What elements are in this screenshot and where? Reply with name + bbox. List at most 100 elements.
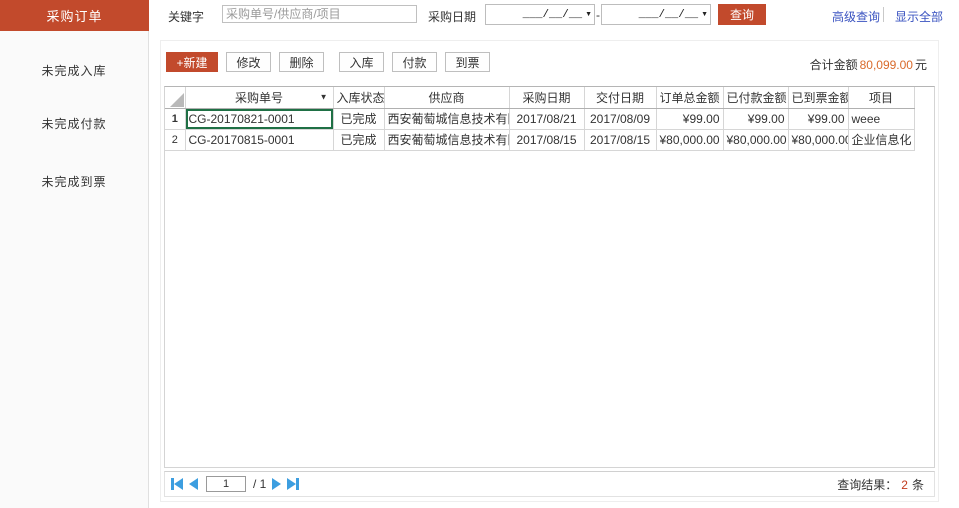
column-header-label: 项目 bbox=[868, 90, 893, 105]
column-header-invoiced-amount[interactable]: 已到票金额 bbox=[788, 87, 849, 109]
cell-stock-status[interactable]: 已完成 bbox=[333, 108, 385, 130]
column-header-supplier[interactable]: 供应商 bbox=[384, 87, 510, 109]
sidebar-item-unfinished-stockin[interactable]: 未完成入库 bbox=[0, 60, 148, 80]
date-to-input[interactable]: ___/__/__ ▼ bbox=[601, 4, 711, 25]
cell-delivery-date[interactable]: 2017/08/15 bbox=[584, 129, 657, 151]
date-range-separator: - bbox=[596, 8, 600, 22]
link-divider bbox=[883, 7, 884, 22]
table-row[interactable]: 1 CG-20170821-0001 已完成 西安葡萄城信息技术有限公司 201… bbox=[165, 108, 915, 130]
next-page-button[interactable] bbox=[272, 478, 282, 490]
cell-order-total[interactable]: ¥99.00 bbox=[656, 108, 724, 130]
total-amount-unit: 元 bbox=[914, 58, 927, 72]
invoice-button[interactable]: 到票 bbox=[445, 52, 490, 72]
sidebar-item-unfinished-invoice[interactable]: 未完成到票 bbox=[0, 171, 148, 191]
column-header-label: 供应商 bbox=[428, 90, 465, 105]
column-header-label: 已付款金额 bbox=[726, 90, 787, 105]
cell-paid-amount[interactable]: ¥99.00 bbox=[723, 108, 789, 130]
chevron-down-icon: ▼ bbox=[585, 11, 592, 18]
column-header-paid-amount[interactable]: 已付款金额 bbox=[723, 87, 789, 109]
edit-button[interactable]: 修改 bbox=[226, 52, 271, 72]
payment-button[interactable]: 付款 bbox=[392, 52, 437, 72]
table-row[interactable]: 2 CG-20170815-0001 已完成 西安葡萄城信息技术有限公司 201… bbox=[165, 129, 915, 151]
cell-supplier[interactable]: 西安葡萄城信息技术有限公司 bbox=[384, 129, 510, 151]
payment-button-label: 付款 bbox=[402, 55, 427, 70]
grid-header-row: 采购单号 ▼ 入库状态 供应商 采购日期 交付日期 订单总金额 已付款金额 已到… bbox=[165, 87, 915, 109]
delete-button-label: 删除 bbox=[289, 55, 314, 70]
last-page-arrow-icon bbox=[287, 478, 297, 490]
column-header-project[interactable]: 项目 bbox=[848, 87, 915, 109]
grid-select-all-corner[interactable] bbox=[165, 87, 186, 109]
sidebar-item-label: 未完成付款 bbox=[41, 116, 107, 131]
cell-project[interactable]: weee bbox=[848, 108, 915, 130]
query-button[interactable]: 查询 bbox=[718, 4, 766, 25]
row-number[interactable]: 1 bbox=[165, 108, 186, 130]
stock-in-button[interactable]: 入库 bbox=[339, 52, 384, 72]
invoice-button-label: 到票 bbox=[455, 55, 480, 70]
sort-descending-icon: ▼ bbox=[319, 92, 328, 102]
show-all-link[interactable]: 显示全部 bbox=[895, 8, 943, 25]
search-area: 关键字 采购日期 ___/__/__ ▼ - ___/__/__ ▼ 查询 高级… bbox=[160, 0, 959, 31]
last-page-button[interactable] bbox=[287, 478, 300, 490]
search-input[interactable] bbox=[222, 5, 417, 23]
cell-delivery-date[interactable]: 2017/08/09 bbox=[584, 108, 657, 130]
new-button-label: +新建 bbox=[176, 55, 208, 70]
top-bar: 采购订单 关键字 采购日期 ___/__/__ ▼ - ___/__/__ ▼ … bbox=[0, 0, 959, 31]
cell-stock-status[interactable]: 已完成 bbox=[333, 129, 385, 151]
column-header-label: 采购日期 bbox=[522, 90, 571, 105]
corner-triangle-icon bbox=[169, 92, 184, 107]
column-header-order-total[interactable]: 订单总金额 bbox=[656, 87, 724, 109]
cell-invoiced-amount[interactable]: ¥80,000.00 bbox=[788, 129, 849, 151]
row-number[interactable]: 2 bbox=[165, 129, 186, 151]
date-from-input[interactable]: ___/__/__ ▼ bbox=[485, 4, 595, 25]
cell-order-no[interactable]: CG-20170821-0001 bbox=[185, 108, 334, 130]
first-page-button[interactable] bbox=[171, 478, 183, 490]
query-result-value: 2 bbox=[901, 477, 908, 492]
query-result-unit: 条 bbox=[911, 477, 924, 492]
purchase-order-grid[interactable]: 采购单号 ▼ 入库状态 供应商 采购日期 交付日期 订单总金额 已付款金额 已到… bbox=[164, 86, 935, 468]
page-number-input[interactable] bbox=[206, 476, 246, 492]
next-page-arrow-icon bbox=[272, 478, 282, 490]
purchase-date-label: 采购日期 bbox=[428, 10, 477, 24]
cell-order-no[interactable]: CG-20170815-0001 bbox=[185, 129, 334, 151]
column-header-stock-status[interactable]: 入库状态 bbox=[333, 87, 385, 109]
column-header-label: 采购单号 bbox=[234, 90, 283, 105]
sidebar-item-label: 未完成到票 bbox=[41, 174, 107, 189]
cell-order-total[interactable]: ¥80,000.00 bbox=[656, 129, 724, 151]
prev-page-arrow-icon bbox=[189, 478, 198, 490]
column-header-label: 交付日期 bbox=[595, 90, 644, 105]
cell-invoiced-amount[interactable]: ¥99.00 bbox=[788, 108, 849, 130]
column-header-label: 订单总金额 bbox=[659, 90, 720, 105]
advanced-query-link[interactable]: 高级查询 bbox=[832, 8, 880, 25]
new-button[interactable]: +新建 bbox=[166, 52, 218, 72]
total-amount-label: 合计金额 bbox=[809, 58, 858, 72]
date-from-value: ___/__/__ bbox=[522, 8, 583, 21]
edit-button-label: 修改 bbox=[236, 55, 261, 70]
column-header-label: 入库状态 bbox=[336, 90, 384, 105]
cell-project[interactable]: 企业信息化 bbox=[848, 129, 915, 151]
query-button-label: 查询 bbox=[729, 8, 754, 22]
main-panel: +新建 修改 删除 入库 付款 到票 合计金额 80,099.00 元 采购单号… bbox=[160, 40, 939, 502]
column-header-delivery-date[interactable]: 交付日期 bbox=[584, 87, 657, 109]
total-amount: 合计金额 80,099.00 元 bbox=[810, 56, 927, 73]
module-tab-label: 采购订单 bbox=[46, 9, 103, 24]
delete-button[interactable]: 删除 bbox=[279, 52, 324, 72]
sidebar-item-unfinished-payment[interactable]: 未完成付款 bbox=[0, 113, 148, 133]
cell-purchase-date[interactable]: 2017/08/15 bbox=[509, 129, 585, 151]
pagination-bar: / 1 查询结果：2条 bbox=[164, 471, 935, 497]
column-header-order-no[interactable]: 采购单号 ▼ bbox=[185, 87, 334, 109]
cell-supplier[interactable]: 西安葡萄城信息技术有限公司 bbox=[384, 108, 510, 130]
chevron-down-icon: ▼ bbox=[701, 11, 708, 18]
keyword-label: 关键字 bbox=[168, 10, 205, 24]
total-pages-label: / 1 bbox=[253, 477, 267, 491]
column-header-label: 已到票金额 bbox=[791, 90, 848, 105]
last-page-bar-icon bbox=[296, 478, 300, 490]
first-page-arrow-icon bbox=[174, 478, 183, 490]
cell-purchase-date[interactable]: 2017/08/21 bbox=[509, 108, 585, 130]
grid-table: 采购单号 ▼ 入库状态 供应商 采购日期 交付日期 订单总金额 已付款金额 已到… bbox=[165, 87, 915, 151]
total-amount-value: 80,099.00 bbox=[859, 58, 913, 72]
prev-page-button[interactable] bbox=[189, 478, 198, 490]
sidebar-item-label: 未完成入库 bbox=[41, 63, 107, 78]
module-tab-purchase-order[interactable]: 采购订单 bbox=[0, 0, 149, 31]
cell-paid-amount[interactable]: ¥80,000.00 bbox=[723, 129, 789, 151]
column-header-purchase-date[interactable]: 采购日期 bbox=[509, 87, 585, 109]
